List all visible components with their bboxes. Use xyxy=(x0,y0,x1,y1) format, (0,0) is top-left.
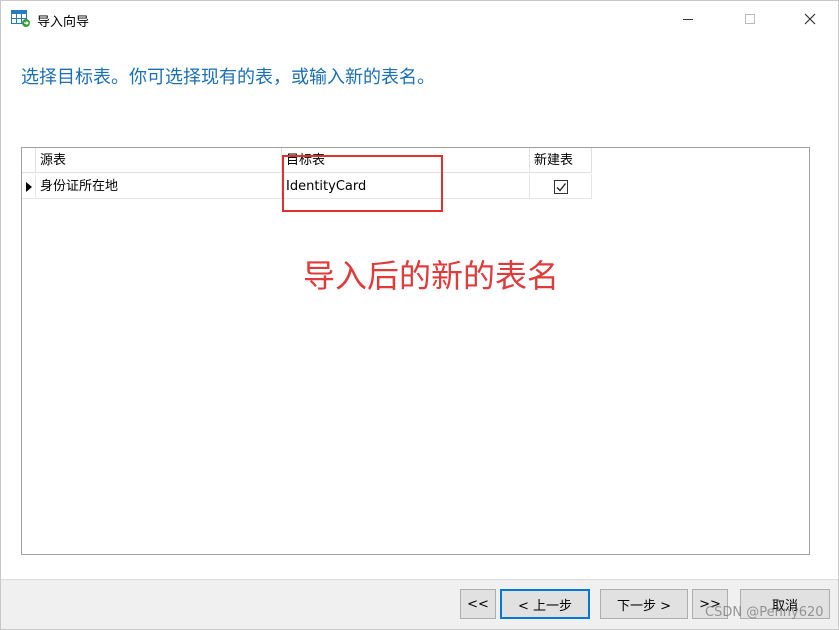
title-bar: 导入向导 xyxy=(1,1,838,37)
source-table-cell[interactable]: 身份证所在地 xyxy=(36,174,282,199)
row-pointer-icon xyxy=(25,181,32,192)
maximize-icon xyxy=(745,14,755,24)
close-button[interactable] xyxy=(787,1,833,37)
header-indicator-cell xyxy=(22,148,36,173)
annotation-text: 导入后的新的表名 xyxy=(303,257,560,295)
table-import-icon xyxy=(11,10,31,28)
watermark: CSDN @Penny620 xyxy=(705,605,824,620)
row-indicator[interactable] xyxy=(22,174,36,199)
checkmark-icon xyxy=(556,182,566,192)
highlight-box xyxy=(282,155,443,212)
first-step-button[interactable]: << xyxy=(460,589,496,619)
prev-step-button[interactable]: < 上一步 xyxy=(500,589,590,619)
minimize-icon xyxy=(683,18,693,20)
instruction-text: 选择目标表。你可选择现有的表，或输入新的表名。 xyxy=(21,67,435,88)
import-wizard-window: 导入向导 选择目标表。你可选择现有的表，或输入新的表名。 源表 目标表 新建表 … xyxy=(0,0,839,630)
column-header-source[interactable]: 源表 xyxy=(36,148,282,173)
new-table-checkbox[interactable] xyxy=(553,179,568,194)
new-table-cell[interactable] xyxy=(530,174,592,199)
next-step-button[interactable]: 下一步 > xyxy=(600,589,688,619)
minimize-button[interactable] xyxy=(665,1,711,37)
close-icon xyxy=(804,13,816,25)
column-header-new-table[interactable]: 新建表 xyxy=(530,148,592,173)
maximize-button[interactable] xyxy=(727,1,773,37)
window-title: 导入向导 xyxy=(37,15,90,30)
